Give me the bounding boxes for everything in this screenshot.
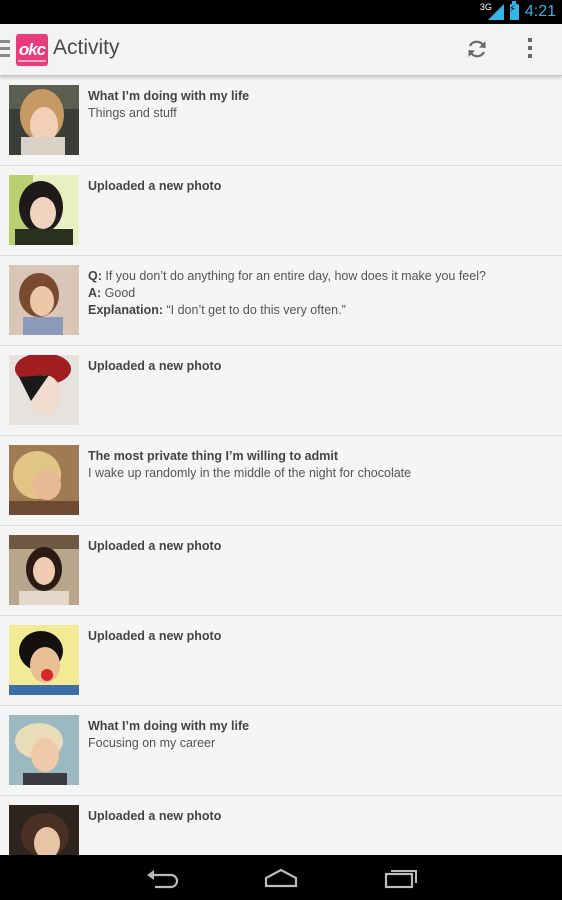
- system-nav-bar: [0, 855, 562, 900]
- drawer-menu-icon[interactable]: [0, 40, 10, 58]
- avatar[interactable]: [9, 265, 79, 335]
- page-title: Activity: [53, 36, 120, 59]
- feed-item-title: The most private thing I’m willing to ad…: [88, 449, 339, 463]
- status-bar: 3G 4:21: [0, 0, 562, 24]
- feed-item-title: Uploaded a new photo: [88, 179, 222, 193]
- battery-icon: [509, 1, 519, 20]
- question-line: Q: If you don’t do anything for an entir…: [88, 269, 486, 283]
- feed-item[interactable]: What I’m doing with my life Focusing on …: [0, 706, 562, 796]
- avatar[interactable]: [9, 805, 79, 855]
- avatar[interactable]: [9, 535, 79, 605]
- action-bar: okc Activity: [0, 24, 562, 76]
- feed-item-title: Uploaded a new photo: [88, 359, 222, 373]
- okc-logo[interactable]: okc: [16, 34, 48, 66]
- recent-apps-icon[interactable]: [384, 867, 418, 889]
- back-icon[interactable]: [145, 867, 179, 889]
- feed-item-title: Uploaded a new photo: [88, 809, 222, 823]
- feed-item[interactable]: The most private thing I’m willing to ad…: [0, 436, 562, 526]
- feed-item[interactable]: Uploaded a new photo: [0, 616, 562, 706]
- feed-item[interactable]: Uploaded a new photo: [0, 166, 562, 256]
- activity-feed[interactable]: What I’m doing with my life Things and s…: [0, 76, 562, 855]
- feed-item[interactable]: Uploaded a new photo: [0, 526, 562, 616]
- refresh-icon[interactable]: [466, 38, 488, 60]
- feed-item[interactable]: Q: If you don’t do anything for an entir…: [0, 256, 562, 346]
- feed-item[interactable]: What I’m doing with my life Things and s…: [0, 76, 562, 166]
- feed-item-title: What I’m doing with my life: [88, 89, 250, 103]
- home-icon[interactable]: [264, 867, 298, 889]
- feed-item[interactable]: Uploaded a new photo: [0, 346, 562, 436]
- feed-item-body: Focusing on my career: [88, 736, 216, 750]
- status-clock: 4:21: [524, 3, 556, 20]
- avatar[interactable]: [9, 355, 79, 425]
- feed-item-body: Things and stuff: [88, 106, 177, 120]
- avatar[interactable]: [9, 445, 79, 515]
- feed-item[interactable]: Uploaded a new photo: [0, 796, 562, 855]
- avatar[interactable]: [9, 715, 79, 785]
- feed-item-title: Uploaded a new photo: [88, 539, 222, 553]
- avatar[interactable]: [9, 625, 79, 695]
- feed-item-title: Uploaded a new photo: [88, 629, 222, 643]
- feed-item-title: What I’m doing with my life: [88, 719, 250, 733]
- avatar[interactable]: [9, 175, 79, 245]
- avatar[interactable]: [9, 85, 79, 155]
- signal-icon: [487, 4, 504, 20]
- feed-item-body: I wake up randomly in the middle of the …: [88, 466, 412, 480]
- explanation-line: Explanation: “I don’t get to do this ver…: [88, 303, 346, 317]
- answer-line: A: Good: [88, 286, 136, 300]
- overflow-menu-icon[interactable]: [528, 38, 534, 62]
